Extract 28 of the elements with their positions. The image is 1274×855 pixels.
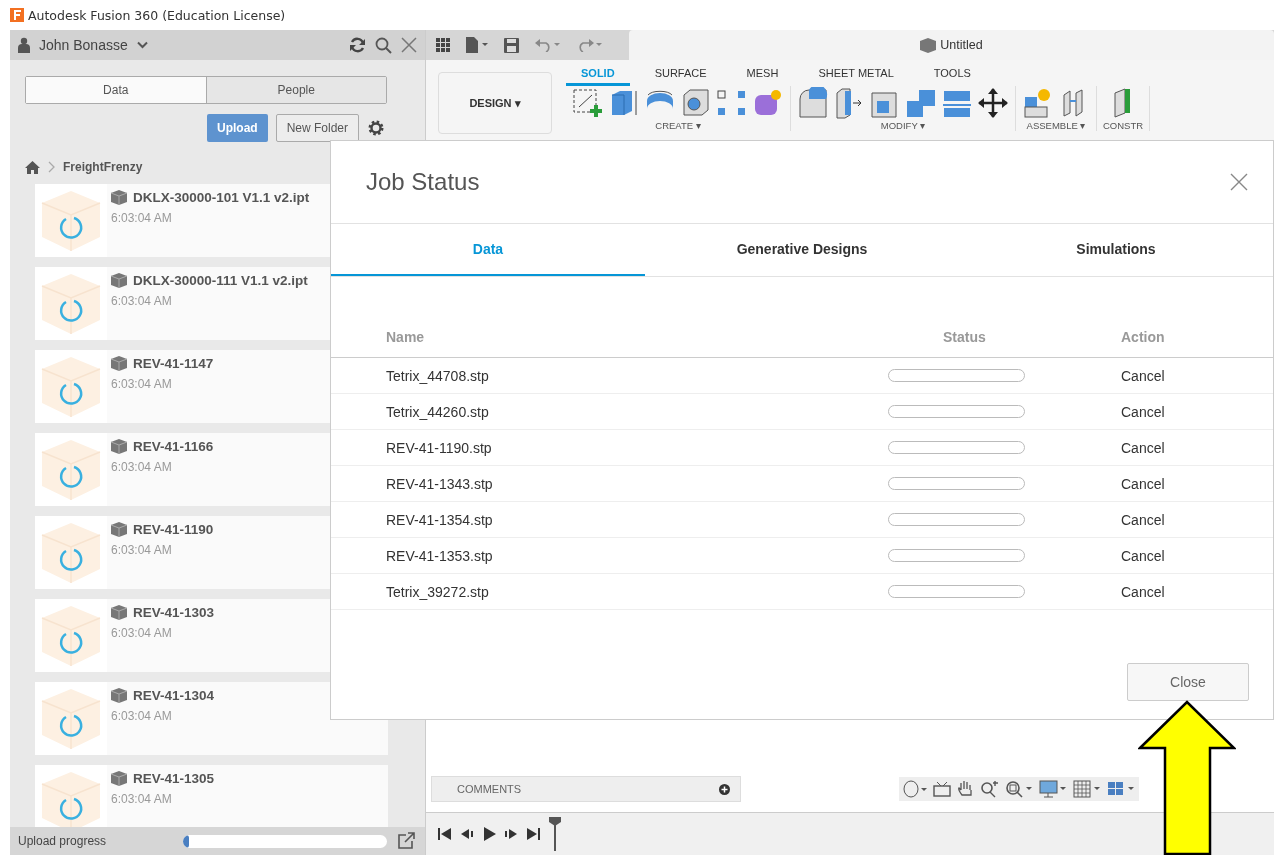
file-time: 6:03:04 AM xyxy=(111,460,173,474)
job-name: REV-41-1354.stp xyxy=(386,511,494,528)
column-header: Name xyxy=(386,329,426,345)
file-time: 6:03:04 AM xyxy=(111,211,173,225)
job-name: Tetrix_44260.stp xyxy=(386,403,490,420)
file-name: REV-41-1305 xyxy=(133,771,215,786)
file-name: REV-41-1303 xyxy=(133,605,215,620)
file-name: REV-41-1304 xyxy=(133,688,215,703)
file-time: 6:03:04 AM xyxy=(111,792,173,806)
file-name: DKLX-30000-111 V1.1 v2.ipt xyxy=(133,273,308,288)
job-name: Tetrix_39272.stp xyxy=(386,583,490,600)
file-time: 6:03:04 AM xyxy=(111,294,173,308)
file-time: 6:03:04 AM xyxy=(111,543,173,557)
upload-progress-label: Upload progress xyxy=(18,834,108,848)
file-name: REV-41-1190 xyxy=(133,522,214,537)
job-name: REV-41-1353.stp xyxy=(386,547,494,564)
job-name: Tetrix_44708.stp xyxy=(386,367,490,384)
file-time: 6:03:04 AM xyxy=(111,377,173,391)
file-name: REV-41-1147 xyxy=(133,356,214,371)
file-time: 6:03:04 AM xyxy=(111,626,173,640)
column-header: Action xyxy=(1121,329,1166,345)
file-time: 6:03:04 AM xyxy=(111,709,173,723)
job-name: REV-41-1190.stp xyxy=(386,439,493,456)
file-name: REV-41-1166 xyxy=(133,439,214,454)
window-title: Autodesk Fusion 360 (Education License) xyxy=(28,7,286,23)
column-header: Status xyxy=(942,329,987,345)
job-name: REV-41-1343.stp xyxy=(386,475,494,492)
file-name: DKLX-30000-101 V1.1 v2.ipt xyxy=(133,190,310,205)
